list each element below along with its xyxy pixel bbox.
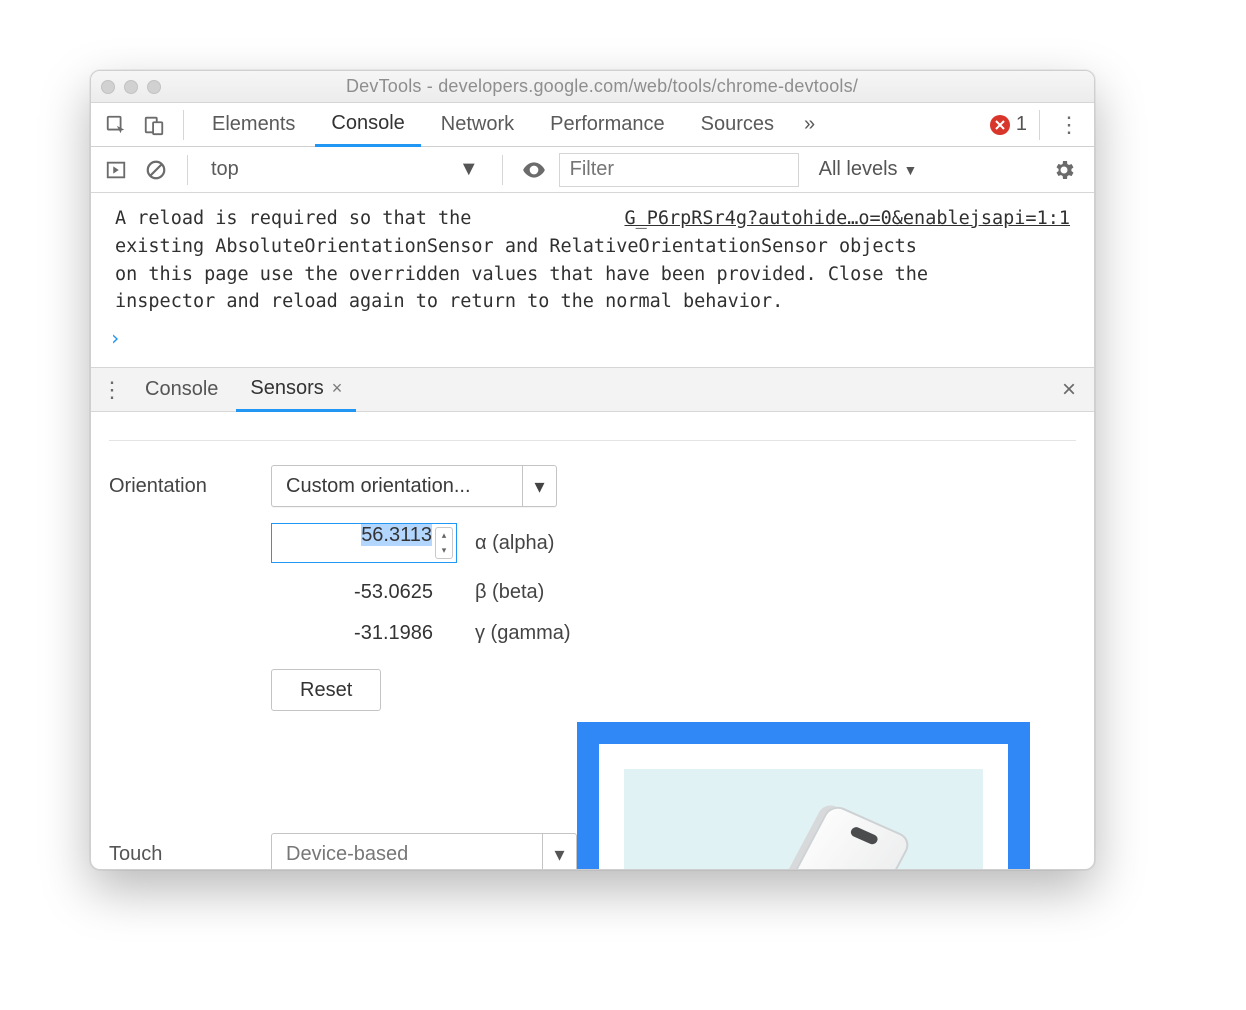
alpha-stepper[interactable]: ▴▾ [435,527,453,559]
filter-input[interactable] [559,153,799,187]
levels-label: All levels [819,158,898,181]
window-title: DevTools - developers.google.com/web/too… [120,76,1084,97]
tab-console[interactable]: Console [315,104,420,147]
gamma-value[interactable]: -31.1986 [271,622,457,645]
error-count-badge[interactable]: 1 [990,113,1027,136]
device-toggle-icon[interactable] [137,108,171,142]
eye-icon[interactable] [519,155,549,185]
drawer-tab-sensors[interactable]: Sensors × [236,369,356,412]
drawer-tab-label: Sensors [250,377,323,400]
inspect-icon[interactable] [99,108,133,142]
titlebar: DevTools - developers.google.com/web/too… [91,71,1094,103]
traffic-close[interactable] [101,80,115,94]
tab-sources[interactable]: Sources [685,103,790,146]
drawer-tabstrip: ⋮ Console Sensors × × [91,368,1094,412]
clear-console-icon[interactable] [141,155,171,185]
error-icon [990,115,1010,135]
orientation-select[interactable]: Custom orientation... ▾ [271,465,557,507]
orientation-label: Orientation [109,475,249,498]
orientation-preview[interactable] [624,769,983,869]
phone-model [694,802,913,869]
more-menu-icon[interactable]: ⋮ [1052,108,1086,142]
log-levels-selector[interactable]: All levels ▼ [819,158,918,181]
beta-label: β (beta) [475,581,544,604]
reset-button[interactable]: Reset [271,669,381,711]
chevron-down-icon: ▼ [459,158,479,181]
alpha-label: α (alpha) [475,532,554,555]
orientation-preview-highlight [577,722,1030,869]
drawer-menu-icon[interactable]: ⋮ [97,377,127,403]
drawer-close-button[interactable]: × [1062,376,1076,404]
close-icon[interactable]: × [332,378,343,399]
tab-network[interactable]: Network [425,103,530,146]
touch-select-value: Device-based [272,843,542,866]
console-message: G_P6rpRSr4g?autohide…o=0&enablejsapi=1:1… [91,193,1094,326]
touch-label: Touch [109,843,249,866]
chevron-down-icon: ▾ [542,834,576,869]
error-count: 1 [1016,113,1027,136]
console-prompt[interactable]: › [91,326,1094,358]
console-toolbar: top ▼ All levels ▼ [91,147,1094,193]
tab-performance[interactable]: Performance [534,103,681,146]
chevron-down-icon: ▾ [522,466,556,506]
source-link[interactable]: G_P6rpRSr4g?autohide…o=0&enablejsapi=1:1 [624,205,1070,233]
sensors-panel: Orientation Custom orientation... ▾ 56.3… [91,412,1094,869]
touch-select[interactable]: Device-based ▾ [271,833,577,869]
context-value: top [211,158,239,181]
alpha-value: 56.3113 [361,524,432,546]
alpha-input[interactable]: 56.3113 ▴▾ [271,523,457,563]
chevron-down-icon: ▼ [904,162,918,178]
devtools-window: DevTools - developers.google.com/web/too… [90,70,1095,870]
tabs-overflow-button[interactable]: » [794,103,825,146]
gamma-label: γ (gamma) [475,622,571,645]
drawer-tab-console[interactable]: Console [131,368,232,411]
execute-icon[interactable] [101,155,131,185]
main-tabstrip: Elements Console Network Performance Sou… [91,103,1094,147]
orientation-select-value: Custom orientation... [272,475,522,498]
tab-elements[interactable]: Elements [196,103,311,146]
console-settings-icon[interactable] [1052,158,1076,182]
context-selector[interactable]: top ▼ [204,153,486,187]
beta-value[interactable]: -53.0625 [271,581,457,604]
